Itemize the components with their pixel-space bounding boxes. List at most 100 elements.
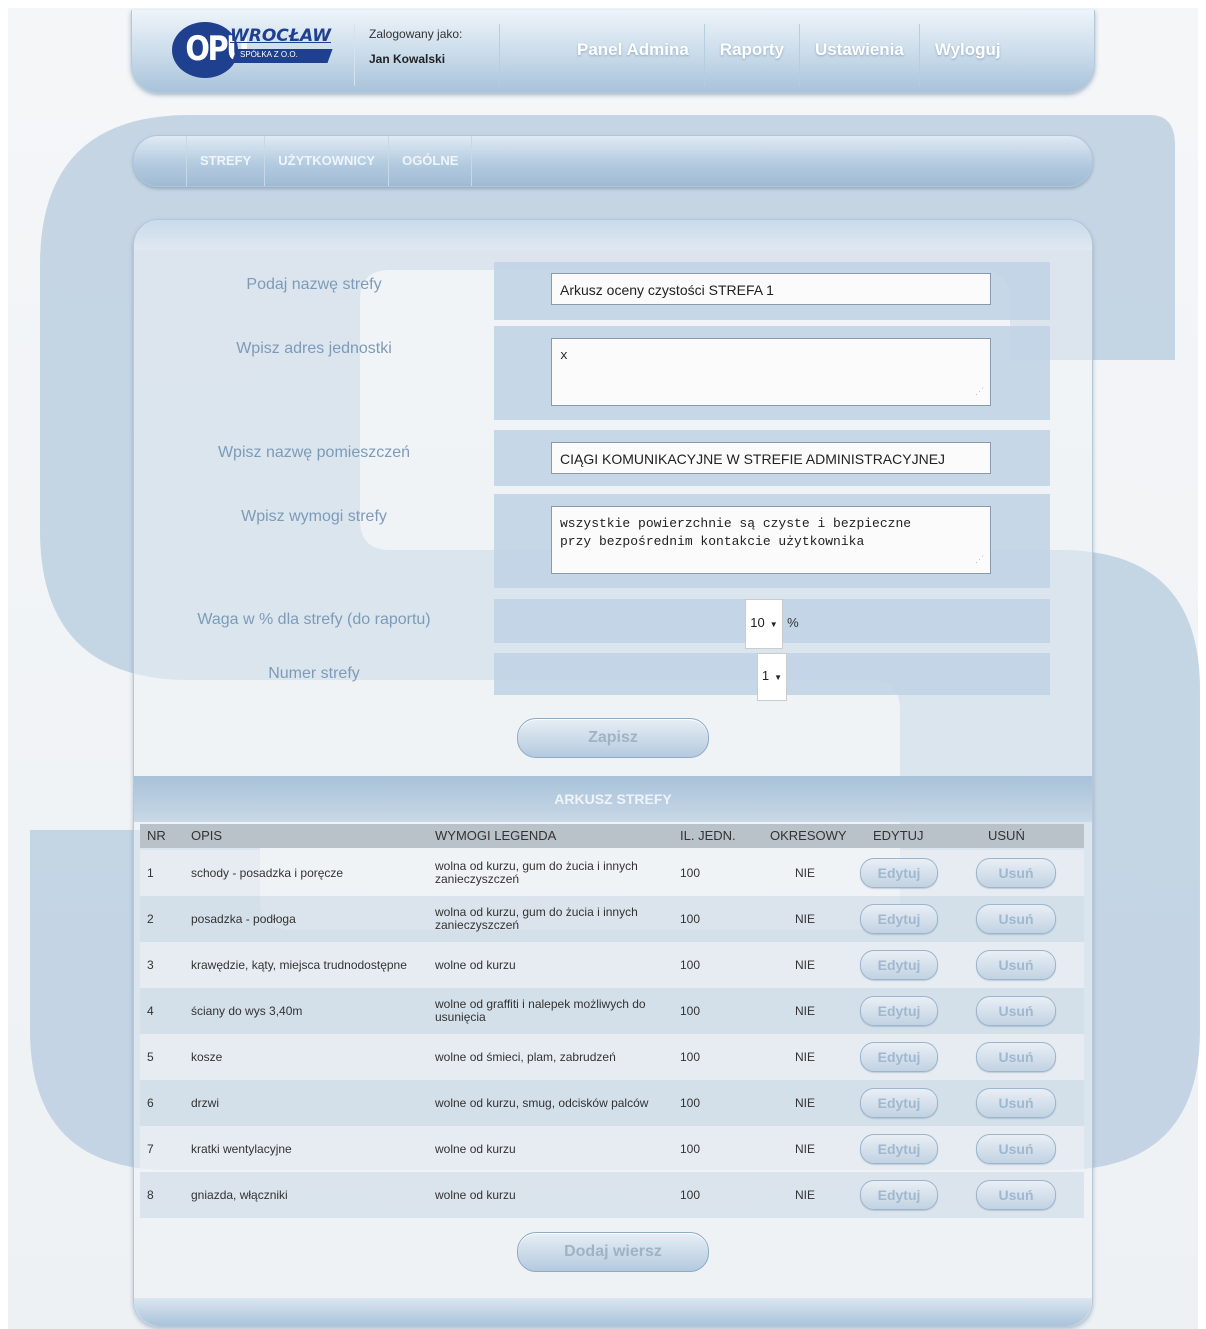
rooms-input[interactable]: CIĄGI KOMUNIKACYJNE W STREFIE ADMINISTRA… <box>551 442 991 474</box>
address-label: Wpisz adres jednostki <box>236 340 392 357</box>
row-opis: gniazda, włączniki <box>191 1187 288 1202</box>
save-button[interactable]: Zapisz <box>517 718 709 758</box>
edit-button[interactable]: Edytuj <box>860 1088 938 1118</box>
row-nr: 1 <box>147 865 154 880</box>
table-row: 1 schody - posadzka i poręcze wolna od kur… <box>140 850 1084 896</box>
col-nr: NR <box>147 828 166 843</box>
row-wymogi: wolne od śmieci, plam, zabrudzeń <box>435 1049 616 1064</box>
table-row: 3 krawędzie, kąty, miejsca trudnodostępne… <box>140 942 1084 988</box>
rooms-row: Wpisz nazwę pomieszczeń CIĄGI KOMUNIKACY… <box>134 430 1092 486</box>
edit-button[interactable]: Edytuj <box>860 1134 938 1164</box>
zone-name-input[interactable]: Arkusz oceny czystości STREFA 1 <box>551 273 991 305</box>
delete-button[interactable]: Usuń <box>976 1134 1056 1164</box>
delete-button[interactable]: Usuń <box>976 950 1056 980</box>
zone-number-select[interactable]: 1 ▼ <box>756 653 788 701</box>
delete-button[interactable]: Usuń <box>976 904 1056 934</box>
col-wymogi: WYMOGI LEGENDA <box>435 828 557 843</box>
delete-button[interactable]: Usuń <box>976 1180 1056 1210</box>
row-opis: schody - posadzka i poręcze <box>191 865 344 880</box>
nav-ustawienia[interactable]: Ustawienia <box>800 24 920 86</box>
edit-button[interactable]: Edytuj <box>860 858 938 888</box>
row-opis: posadzka - podłoga <box>191 911 296 926</box>
edit-button[interactable]: Edytuj <box>860 1180 938 1210</box>
edit-button[interactable]: Edytuj <box>860 1042 938 1072</box>
add-row-button[interactable]: Dodaj wiersz <box>517 1232 709 1272</box>
requirements-textarea[interactable]: wszystkie powierzchnie są czyste i bezpi… <box>551 506 991 574</box>
col-il-jedn: IL. JEDN. <box>680 828 736 843</box>
edit-button[interactable]: Edytuj <box>860 950 938 980</box>
edit-button[interactable]: Edytuj <box>860 996 938 1026</box>
row-nr: 8 <box>147 1187 154 1202</box>
logged-in-label: Zalogowany jako: <box>369 27 463 41</box>
top-header: OPU WROCŁAW SPÓŁKA Z O.O. Zalogowany jak… <box>131 10 1095 93</box>
resize-grip-icon[interactable]: ⋰ <box>975 551 984 569</box>
zone-number-label: Numer strefy <box>268 665 360 682</box>
table-row: 2 posadzka - podłoga wolna od kurzu, gum d… <box>140 896 1084 942</box>
row-il-jedn: 100 <box>680 957 701 972</box>
delete-button[interactable]: Usuń <box>976 1088 1056 1118</box>
row-wymogi: wolne od kurzu <box>435 957 516 972</box>
row-nr: 6 <box>147 1095 154 1110</box>
delete-button[interactable]: Usuń <box>976 858 1056 888</box>
subnav-uzytkownicy[interactable]: UŻYTKOWNICY <box>264 136 388 186</box>
nav-raporty[interactable]: Raporty <box>705 24 801 86</box>
zone-name-label: Podaj nazwę strefy <box>246 276 382 293</box>
requirements-row: Wpisz wymogi strefy wszystkie powierzchn… <box>134 494 1092 588</box>
resize-grip-icon[interactable]: ⋰ <box>975 383 984 401</box>
subnav-ogolne[interactable]: OGÓLNE <box>388 136 473 186</box>
logo-city: WROCŁAW <box>230 26 331 46</box>
weight-row: Waga w % dla strefy (do raportu) 10 ▼ % <box>134 599 1092 649</box>
address-textarea[interactable]: x ⋰ <box>551 338 991 406</box>
col-opis: OPIS <box>191 828 223 843</box>
col-edytuj: EDYTUJ <box>873 828 924 843</box>
nav-wyloguj[interactable]: Wyloguj <box>920 24 1016 86</box>
weight-unit: % <box>787 615 799 630</box>
table-row: 8 gniazda, włączniki wolne od kurzu 100 NIE E… <box>140 1172 1084 1218</box>
row-okresowy: NIE <box>795 1003 816 1018</box>
subnav-strefy[interactable]: STREFY <box>186 136 264 186</box>
row-wymogi: wolna od kurzu, gum do żucia i innych za… <box>435 859 638 886</box>
main-panel: Podaj nazwę strefy Arkusz oceny czystośc… <box>133 219 1093 1327</box>
user-name: Jan Kowalski <box>369 52 446 66</box>
row-okresowy: NIE <box>795 1141 816 1156</box>
row-okresowy: NIE <box>795 911 816 926</box>
row-nr: 2 <box>147 911 154 926</box>
user-info: Zalogowany jako: Jan Kowalski <box>354 24 500 86</box>
table-header: NR OPIS WYMOGI LEGENDA IL. JEDN. OKRESOW… <box>140 824 1084 848</box>
row-wymogi: wolne od kurzu <box>435 1141 516 1156</box>
address-row: Wpisz adres jednostki x ⋰ <box>134 326 1092 420</box>
row-wymogi: wolne od kurzu <box>435 1187 516 1202</box>
delete-button[interactable]: Usuń <box>976 1042 1056 1072</box>
zone-number-row: Numer strefy 1 ▼ <box>134 653 1092 701</box>
row-opis: ściany do wys 3,40m <box>191 1003 303 1018</box>
table-row: 5 kosze wolne od śmieci, plam, zabrudzeń 10… <box>140 1034 1084 1080</box>
row-il-jedn: 100 <box>680 1141 701 1156</box>
weight-select[interactable]: 10 ▼ <box>745 599 783 649</box>
rooms-label: Wpisz nazwę pomieszczeń <box>217 444 411 461</box>
main-nav: Panel Admina Raporty Ustawienia Wyloguj <box>562 24 1016 86</box>
weight-label: Waga w % dla strefy (do raportu) <box>197 611 431 628</box>
row-okresowy: NIE <box>795 1187 816 1202</box>
row-nr: 5 <box>147 1049 154 1064</box>
row-wymogi: wolna od kurzu, gum do żucia i innych za… <box>435 905 638 932</box>
nav-panel-admina[interactable]: Panel Admina <box>562 24 705 86</box>
table-row: 4 ściany do wys 3,40m wolne od graffiti i … <box>140 988 1084 1034</box>
row-wymogi: wolne od kurzu, smug, odcisków palców <box>435 1095 649 1110</box>
row-il-jedn: 100 <box>680 1003 701 1018</box>
delete-button[interactable]: Usuń <box>976 996 1056 1026</box>
row-okresowy: NIE <box>795 1095 816 1110</box>
sub-nav: STREFY UŻYTKOWNICY OGÓLNE <box>133 135 1093 187</box>
company-logo[interactable]: OPU WROCŁAW SPÓŁKA Z O.O. <box>172 22 333 78</box>
row-okresowy: NIE <box>795 865 816 880</box>
row-opis: drzwi <box>191 1095 220 1110</box>
edit-button[interactable]: Edytuj <box>860 904 938 934</box>
logo-emblem: OPU <box>172 22 250 78</box>
chevron-down-icon: ▼ <box>774 673 783 682</box>
chevron-down-icon: ▼ <box>769 620 778 629</box>
row-nr: 7 <box>147 1141 154 1156</box>
row-il-jedn: 100 <box>680 1187 701 1202</box>
row-wymogi: wolne od graffiti i nalepek możliwych do… <box>435 997 646 1024</box>
row-nr: 4 <box>147 1003 154 1018</box>
sheet-title: ARKUSZ STREFY <box>134 776 1092 822</box>
row-nr: 3 <box>147 957 154 972</box>
